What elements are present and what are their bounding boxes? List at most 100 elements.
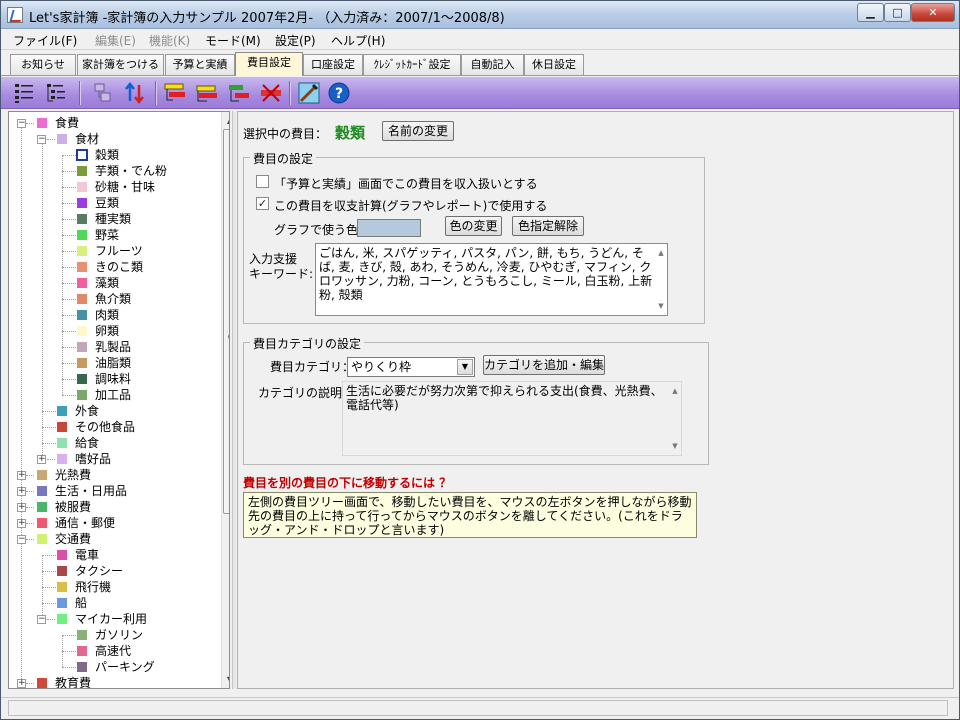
menu-bar: ファイル(F) 編集(E) 機能(K) モード(M) 設定(P) ヘルプ(H)	[1, 29, 959, 50]
tree-item-label: 野菜	[95, 228, 120, 242]
category-select[interactable]: やりくり枠 ▼	[347, 357, 475, 377]
collapse-icon[interactable]: −	[37, 615, 46, 624]
tree-item[interactable]: フルーツ	[9, 243, 219, 259]
add-edit-category-button[interactable]: カテゴリを追加・編集	[483, 355, 605, 375]
tree-item[interactable]: 魚介類	[9, 291, 219, 307]
menu-mode[interactable]: モード(M)	[205, 32, 261, 49]
tab-news[interactable]: お知らせ	[10, 54, 76, 75]
graph-color-swatch[interactable]	[357, 219, 421, 237]
menu-help[interactable]: ヘルプ(H)	[331, 32, 385, 49]
tab-category-settings[interactable]: 費目設定	[235, 52, 303, 76]
tab-auto-entry[interactable]: 自動記入	[461, 54, 524, 75]
tab-journal[interactable]: 家計簿をつける	[77, 54, 164, 75]
tree-item[interactable]: + 被服費	[9, 499, 219, 515]
tree-item[interactable]: 種実類	[9, 211, 219, 227]
tab-creditcard-settings[interactable]: ｸﾚｼﾞｯﾄｶｰﾄﾞ設定	[363, 54, 461, 75]
tab-holiday-settings[interactable]: 休日設定	[524, 54, 584, 75]
help-text: 左側の費目ツリー画面で、移動したい費目を、マウスの左ボタンを押しながら移動先の費…	[248, 495, 692, 537]
add-item-top-icon[interactable]	[163, 81, 187, 105]
expand-icon[interactable]: +	[17, 503, 26, 512]
chevron-down-icon[interactable]: ▼	[457, 359, 473, 375]
move-item-icon[interactable]	[91, 81, 115, 105]
use-in-calc-checkbox[interactable]: ✓	[256, 197, 269, 210]
tree-item[interactable]: 高速代	[9, 643, 219, 659]
tree-scrollbar[interactable]: ▲ ≡ ▼	[221, 112, 229, 688]
tree-item[interactable]: − 交通費	[9, 531, 219, 547]
tree-item[interactable]: + 教育費	[9, 675, 219, 688]
menu-settings[interactable]: 設定(P)	[275, 32, 316, 49]
category-desc-text[interactable]: 生活に必要だが努力次第で抑えられる支出(食費、光熱費、電話代等) ▲ ▼	[342, 381, 682, 456]
help-icon[interactable]: ?	[327, 81, 351, 105]
tree-item[interactable]: きのこ類	[9, 259, 219, 275]
tree-item[interactable]: 乳製品	[9, 339, 219, 355]
tree-item[interactable]: その他食品	[9, 419, 219, 435]
color-swatch-icon	[57, 614, 67, 624]
sort-updown-icon[interactable]	[123, 81, 147, 105]
tree-item[interactable]: + 嗜好品	[9, 451, 219, 467]
tree-item[interactable]: 砂糖・甘味	[9, 179, 219, 195]
tree-item[interactable]: 外食	[9, 403, 219, 419]
keyword-textarea[interactable]: ごはん, 米, スパゲッティ, パスタ, パン, 餅, もち, うどん, そば,…	[315, 243, 668, 316]
tab-account-settings[interactable]: 口座設定	[303, 54, 363, 75]
tree-item[interactable]: 穀類	[9, 147, 219, 163]
close-button[interactable]: ✕	[911, 3, 955, 22]
tree-item[interactable]: 電車	[9, 547, 219, 563]
rename-button[interactable]: 名前の変更	[382, 121, 454, 141]
tree-item-label: マイカー利用	[75, 612, 148, 626]
minimize-button[interactable]: ▁	[857, 3, 884, 22]
keyword-scrollbar[interactable]: ▲ ▼	[655, 244, 667, 315]
tree-item[interactable]: 肉類	[9, 307, 219, 323]
collapse-icon[interactable]: −	[17, 119, 26, 128]
tree-item[interactable]: − 食費	[9, 115, 219, 131]
menu-file[interactable]: ファイル(F)	[13, 32, 77, 49]
tree-item[interactable]: 加工品	[9, 387, 219, 403]
tree-item[interactable]: + 生活・日用品	[9, 483, 219, 499]
color-swatch-icon	[76, 149, 88, 161]
title-bar[interactable]: Let's家計簿 -家計簿の入力サンプル 2007年2月- （入力済み：2007…	[1, 1, 959, 29]
tree-item[interactable]: 卵類	[9, 323, 219, 339]
category-tree[interactable]: ▲ ≡ ▼ −食費−食材穀類芋類・でん粉砂糖・甘味豆類種実類野菜フルーツきのこ類…	[8, 111, 230, 689]
tree-item[interactable]: 藻類	[9, 275, 219, 291]
tree-item[interactable]: 芋類・でん粉	[9, 163, 219, 179]
expand-icon[interactable]: +	[17, 487, 26, 496]
panel-splitter[interactable]	[232, 111, 236, 689]
expand-tree-icon[interactable]	[45, 81, 69, 105]
color-change-button[interactable]: 色の変更	[445, 216, 502, 236]
collapse-icon[interactable]: −	[17, 535, 26, 544]
scroll-up-icon[interactable]: ▲	[223, 113, 229, 128]
color-clear-button[interactable]: 色指定解除	[512, 216, 584, 236]
tree-item[interactable]: + 通信・郵便	[9, 515, 219, 531]
collapse-tree-icon[interactable]	[13, 81, 37, 105]
tree-item[interactable]: 豆類	[9, 195, 219, 211]
add-item-mid-icon[interactable]	[195, 81, 219, 105]
tree-item[interactable]: 油脂類	[9, 355, 219, 371]
scroll-down-icon[interactable]: ▼	[223, 672, 229, 687]
add-item-sub-icon[interactable]	[227, 81, 251, 105]
category-desc-scrollbar[interactable]: ▲ ▼	[669, 382, 681, 455]
tree-item[interactable]: 船	[9, 595, 219, 611]
menu-function[interactable]: 機能(K)	[149, 32, 190, 49]
tree-item[interactable]: 飛行機	[9, 579, 219, 595]
collapse-icon[interactable]: −	[37, 135, 46, 144]
scroll-thumb[interactable]: ≡	[223, 129, 229, 514]
edit-color-icon[interactable]	[297, 81, 321, 105]
expand-icon[interactable]: +	[37, 455, 46, 464]
tree-item[interactable]: − マイカー利用	[9, 611, 219, 627]
tree-item[interactable]: パーキング	[9, 659, 219, 675]
expand-icon[interactable]: +	[17, 679, 26, 688]
expand-icon[interactable]: +	[17, 519, 26, 528]
tree-item[interactable]: 給食	[9, 435, 219, 451]
color-swatch-icon	[57, 566, 67, 576]
tree-item[interactable]: 野菜	[9, 227, 219, 243]
tree-item[interactable]: ガソリン	[9, 627, 219, 643]
tab-budget[interactable]: 予算と実績	[165, 54, 235, 75]
tree-item[interactable]: − 食材	[9, 131, 219, 147]
tree-item[interactable]: タクシー	[9, 563, 219, 579]
maximize-button[interactable]: □	[884, 3, 911, 22]
menu-edit[interactable]: 編集(E)	[95, 32, 136, 49]
income-treatment-checkbox[interactable]	[256, 175, 269, 188]
tree-item[interactable]: 調味料	[9, 371, 219, 387]
tree-item[interactable]: + 光熱費	[9, 467, 219, 483]
expand-icon[interactable]: +	[17, 471, 26, 480]
delete-item-icon[interactable]	[259, 81, 283, 105]
